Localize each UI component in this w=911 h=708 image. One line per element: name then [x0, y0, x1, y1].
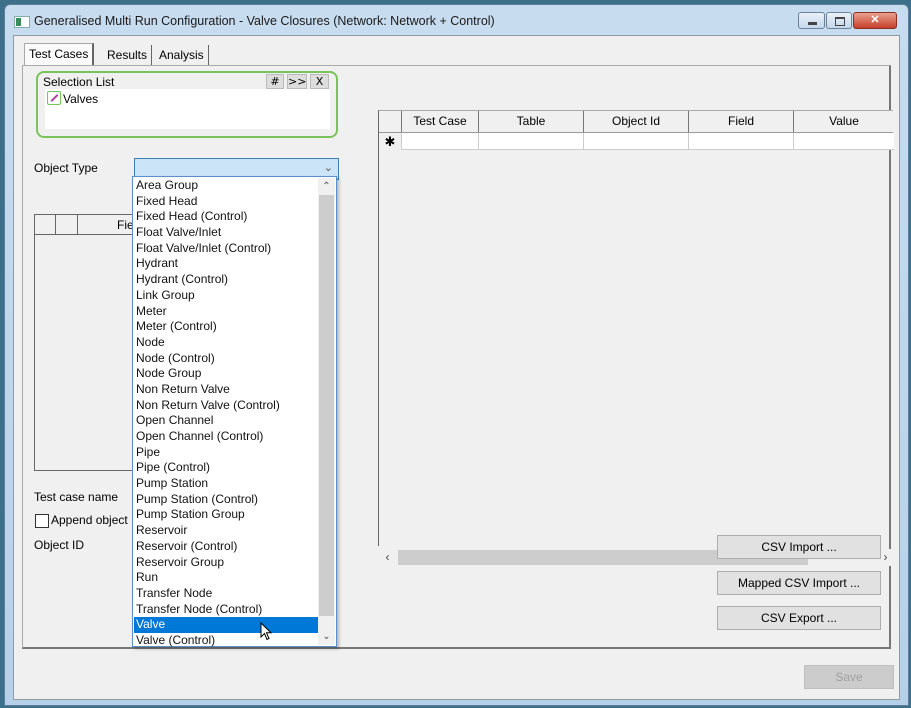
tab-test-cases[interactable]: Test Cases: [24, 43, 95, 67]
dropdown-option[interactable]: Area Group: [134, 178, 319, 194]
test-case-grid: Test Case Table Object Id Field Value ✱ …: [378, 110, 894, 566]
save-button[interactable]: Save: [804, 665, 894, 689]
chevron-down-icon: ⌄: [323, 162, 333, 174]
fields-grid-col-divider: [55, 215, 56, 234]
dropdown-options: Area Group Fixed Head Fixed Head (Control)…: [134, 178, 319, 649]
selection-item-valves[interactable]: Valves: [47, 91, 98, 106]
dropdown-option[interactable]: Transfer Node (Control): [134, 602, 319, 618]
column-header-object-id[interactable]: Object Id: [583, 111, 688, 132]
scroll-up-icon[interactable]: ⌃: [318, 178, 335, 195]
selection-clear-button[interactable]: X: [310, 74, 329, 89]
column-header-test-case[interactable]: Test Case: [401, 111, 478, 132]
column-header-field[interactable]: Field: [688, 111, 793, 132]
selection-forward-button[interactable]: >>: [287, 74, 307, 89]
dropdown-option[interactable]: Fixed Head: [134, 194, 319, 210]
dropdown-option[interactable]: Fixed Head (Control): [134, 209, 319, 225]
tab-results[interactable]: Results: [103, 45, 153, 65]
selection-item-label: Valves: [63, 92, 99, 106]
dropdown-option[interactable]: Pipe (Control): [134, 460, 319, 476]
selection-list-body: Valves: [45, 89, 330, 129]
dropdown-option[interactable]: Pipe: [134, 445, 319, 461]
dropdown-option[interactable]: Non Return Valve: [134, 382, 319, 398]
fields-grid-col-divider: [77, 215, 78, 234]
csv-import-button[interactable]: CSV Import ...: [717, 535, 881, 559]
dropdown-option[interactable]: Transfer Node: [134, 586, 319, 602]
test-case-name-label: Test case name: [34, 490, 119, 504]
valve-selection-icon: [47, 91, 61, 105]
app-icon: [14, 16, 30, 28]
dropdown-option[interactable]: Pump Station Group: [134, 507, 319, 523]
object-id-label: Object ID: [34, 538, 85, 552]
fields-grid: Fie: [34, 214, 144, 471]
maximize-button[interactable]: [826, 12, 852, 29]
dropdown-option[interactable]: Link Group: [134, 288, 319, 304]
dropdown-option[interactable]: Float Valve/Inlet (Control): [134, 241, 319, 257]
column-header-value[interactable]: Value: [793, 111, 894, 132]
new-row-cell-field[interactable]: [688, 133, 793, 150]
grid-new-row: [379, 133, 894, 150]
scroll-left-icon[interactable]: ‹: [379, 549, 396, 566]
dropdown-option[interactable]: Valve (Control): [134, 633, 319, 649]
column-header-table[interactable]: Table: [478, 111, 583, 132]
close-button[interactable]: ✕: [853, 12, 897, 29]
dropdown-option[interactable]: Meter: [134, 304, 319, 320]
new-row-cell-value[interactable]: [793, 133, 894, 150]
dropdown-option[interactable]: Open Channel: [134, 413, 319, 429]
dropdown-option[interactable]: Node: [134, 335, 319, 351]
dropdown-option[interactable]: Reservoir (Control): [134, 539, 319, 555]
dropdown-option[interactable]: Hydrant (Control): [134, 272, 319, 288]
dropdown-option[interactable]: Reservoir: [134, 523, 319, 539]
csv-export-button[interactable]: CSV Export ...: [717, 606, 881, 630]
scroll-down-icon[interactable]: ⌄: [318, 628, 335, 645]
object-type-dropdown-list[interactable]: Area Group Fixed Head Fixed Head (Control)…: [132, 176, 337, 647]
close-icon: ✕: [870, 14, 880, 26]
grid-header-row: Test Case Table Object Id Field Value: [379, 111, 893, 133]
maximize-icon: [827, 13, 851, 28]
selection-list-title: Selection List: [43, 75, 115, 89]
dropdown-scrollbar-thumb[interactable]: [319, 195, 334, 616]
dropdown-option[interactable]: Node Group: [134, 366, 319, 382]
dropdown-option[interactable]: Float Valve/Inlet: [134, 225, 319, 241]
tab-analysis[interactable]: Analysis: [155, 45, 209, 65]
minimize-button[interactable]: [798, 12, 825, 29]
mouse-cursor-icon: [260, 622, 273, 641]
dropdown-scrollbar[interactable]: ⌃ ⌄: [318, 178, 335, 645]
dropdown-option[interactable]: Open Channel (Control): [134, 429, 319, 445]
dropdown-option[interactable]: Node (Control): [134, 351, 319, 367]
selection-list: Selection List # >> X Valves: [36, 71, 338, 138]
new-row-cell-object-id[interactable]: [583, 133, 688, 150]
dropdown-option[interactable]: Meter (Control): [134, 319, 319, 335]
append-object-checkbox[interactable]: [35, 514, 49, 528]
mapped-csv-import-button[interactable]: Mapped CSV Import ...: [717, 571, 881, 595]
new-row-cell-test-case[interactable]: [401, 133, 478, 150]
dropdown-option[interactable]: Reservoir Group: [134, 555, 319, 571]
append-object-label: Append object: [51, 513, 128, 527]
selection-hash-button[interactable]: #: [266, 74, 284, 89]
object-type-label: Object Type: [34, 161, 98, 175]
dropdown-option[interactable]: Run: [134, 570, 319, 586]
dropdown-option[interactable]: Valve: [134, 617, 319, 633]
dropdown-option[interactable]: Hydrant: [134, 256, 319, 272]
new-row-cell-table[interactable]: [478, 133, 583, 150]
minimize-icon: [799, 13, 824, 28]
window-title: Generalised Multi Run Configuration - Va…: [34, 14, 495, 28]
dropdown-option[interactable]: Non Return Valve (Control): [134, 398, 319, 414]
title-bar[interactable]: Generalised Multi Run Configuration - Va…: [5, 5, 908, 35]
dropdown-option[interactable]: Pump Station: [134, 476, 319, 492]
dropdown-option[interactable]: Pump Station (Control): [134, 492, 319, 508]
